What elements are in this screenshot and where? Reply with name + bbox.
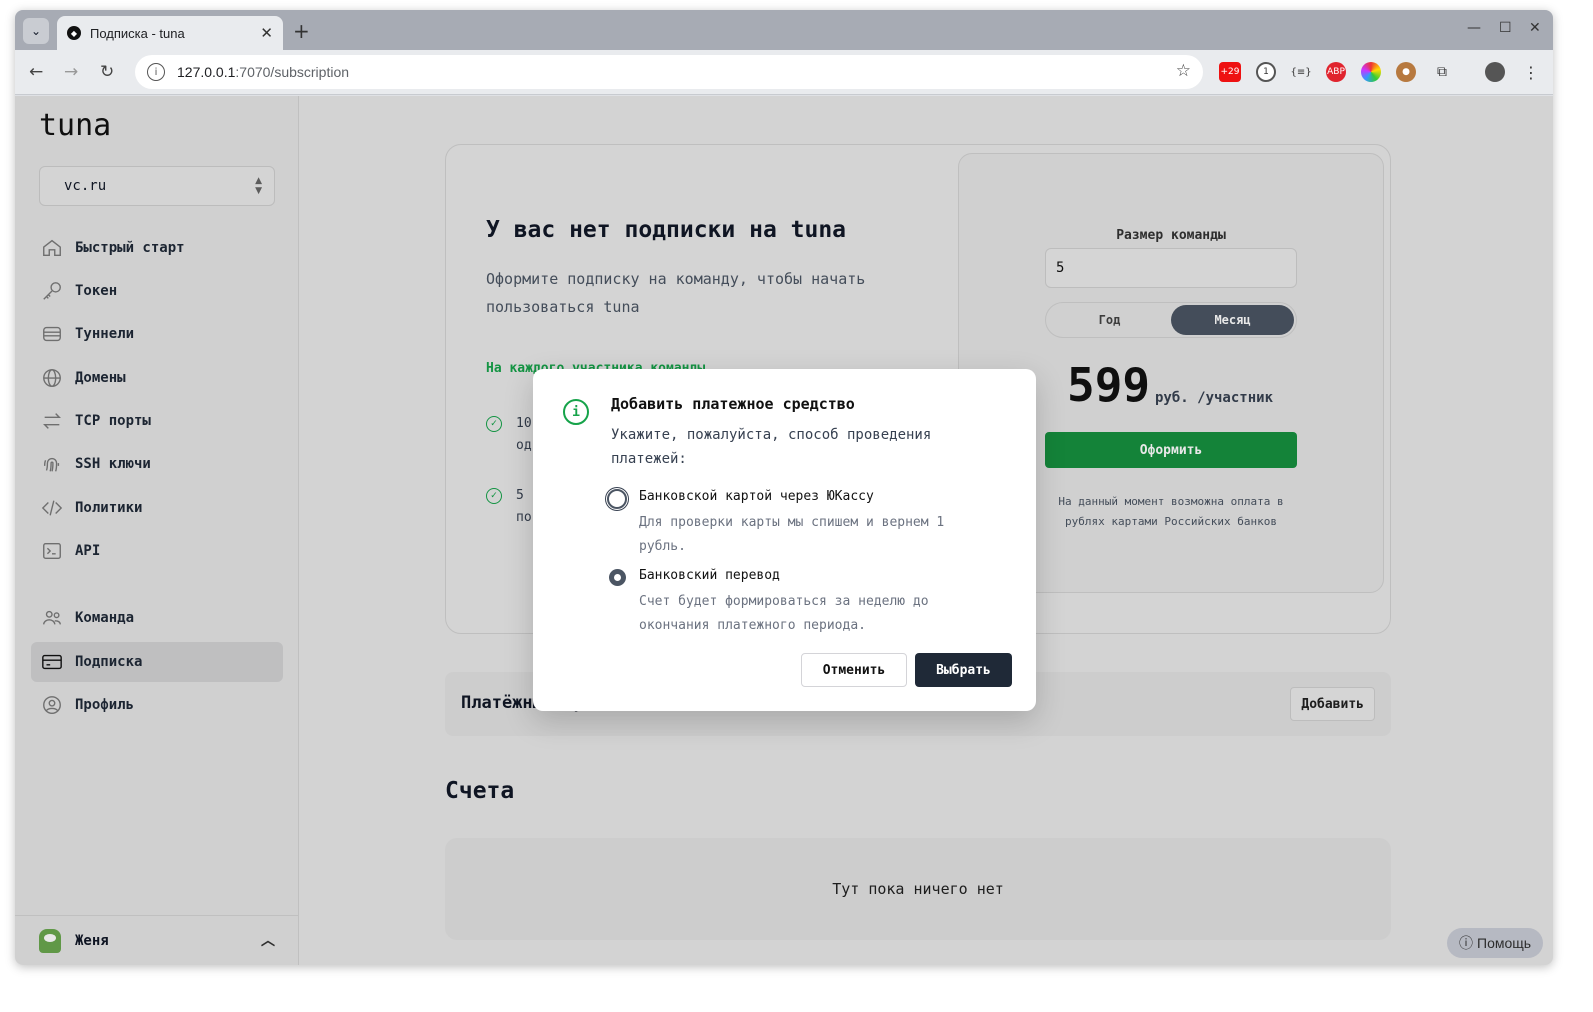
forward-icon[interactable]: → <box>64 62 78 82</box>
browser-window: ⌄ ◆ Подписка - tuna ✕ + — ☐ ✕ ← → ↻ i 12… <box>15 10 1553 965</box>
option-description: Счет будет формироваться за неделю до ок… <box>639 594 929 633</box>
option-label: Банковский перевод <box>639 568 780 583</box>
password-extension-icon[interactable]: 1 <box>1256 62 1276 82</box>
json-extension-icon[interactable]: {≡} <box>1290 62 1311 82</box>
option-description: Для проверки карты мы спишем и вернем 1 … <box>639 515 945 554</box>
radio-transfer[interactable] <box>609 569 626 586</box>
url-path: :7070/subscription <box>235 64 350 80</box>
cookie-extension-icon[interactable]: ● <box>1396 62 1416 82</box>
dialog-description: Укажите, пожалуйста, способ проведения п… <box>611 427 932 467</box>
extensions-puzzle-icon[interactable]: ⧉ <box>1432 62 1452 82</box>
tab-search-icon[interactable]: ⌄ <box>23 18 49 44</box>
add-payment-method-dialog: i Добавить платежное средство Укажите, п… <box>533 369 1036 711</box>
new-tab-icon[interactable]: + <box>293 19 310 43</box>
tab-close-icon[interactable]: ✕ <box>260 24 273 42</box>
dialog-title: Добавить платежное средство <box>611 395 855 413</box>
browser-toolbar: ← → ↻ i 127.0.0.1:7070/subscription ☆ +2… <box>15 50 1553 95</box>
cancel-button[interactable]: Отменить <box>801 653 907 687</box>
browser-menu-icon[interactable]: ⋮ <box>1521 62 1541 82</box>
close-window-icon[interactable]: ✕ <box>1529 20 1541 36</box>
address-bar[interactable]: i 127.0.0.1:7070/subscription ☆ <box>135 55 1203 89</box>
url-host: 127.0.0.1 <box>177 64 236 80</box>
bookmark-star-icon[interactable]: ☆ <box>1176 61 1191 81</box>
reload-icon[interactable]: ↻ <box>100 62 114 82</box>
maximize-icon[interactable]: ☐ <box>1499 20 1512 36</box>
tab-title: Подписка - tuna <box>90 25 185 41</box>
app-root: tuna vc.ru ▲ ▼ Быстрый старт Токен Туннел… <box>15 96 1553 965</box>
info-icon: i <box>563 399 589 425</box>
select-button[interactable]: Выбрать <box>915 653 1012 687</box>
tab-strip: ⌄ ◆ Подписка - tuna ✕ + — ☐ ✕ <box>15 10 1553 50</box>
back-icon[interactable]: ← <box>29 62 43 82</box>
site-info-icon[interactable]: i <box>147 63 165 81</box>
minimize-icon[interactable]: — <box>1467 20 1481 36</box>
color-picker-extension-icon[interactable] <box>1361 62 1381 82</box>
browser-tab[interactable]: ◆ Подписка - tuna ✕ <box>57 16 283 50</box>
extension-badge-icon[interactable]: +29 <box>1219 62 1241 82</box>
adblock-extension-icon[interactable]: ABP <box>1326 62 1346 82</box>
radio-card[interactable] <box>607 489 627 509</box>
profile-avatar-icon[interactable] <box>1485 62 1505 82</box>
tuna-favicon-icon: ◆ <box>67 26 81 40</box>
option-label: Банковской картой через ЮКассу <box>639 489 874 504</box>
